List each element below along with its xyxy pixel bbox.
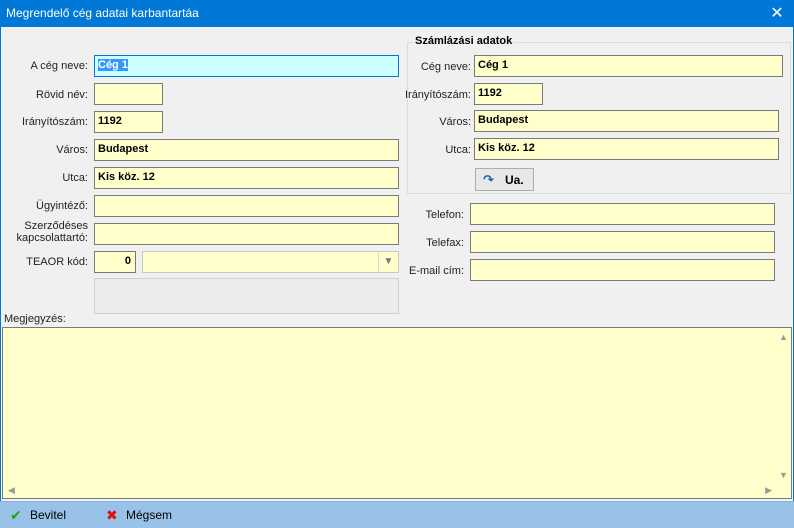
company-name-label: A cég neve: xyxy=(30,60,89,72)
short-name-label: Rövid név: xyxy=(36,89,88,101)
close-icon[interactable]: ✕ xyxy=(760,0,794,27)
agent-input[interactable] xyxy=(94,195,399,217)
ok-button-label: Bevitel xyxy=(30,508,67,522)
chevron-down-icon[interactable]: ▼ xyxy=(378,252,398,272)
cancel-button[interactable]: ✖ Mégsem xyxy=(106,507,172,525)
cancel-button-label: Mégsem xyxy=(126,508,173,522)
check-icon: ✔ xyxy=(10,507,22,523)
teaor-select[interactable]: ▼ xyxy=(142,251,399,273)
window-title: Megrendelő cég adatai karbantartáa xyxy=(6,6,199,20)
billing-group-title: Számlázási adatok xyxy=(413,35,515,47)
billing-city-input[interactable]: Budapest xyxy=(474,110,779,132)
phone-label: Telefon: xyxy=(425,209,464,221)
email-label: E-mail cím: xyxy=(409,265,464,277)
copy-address-button-label: Ua. xyxy=(505,173,524,187)
ok-button[interactable]: ✔ Bevitel xyxy=(10,507,66,525)
email-input[interactable] xyxy=(470,259,775,281)
street-label: Utca: xyxy=(62,172,88,184)
notes-vertical-scrollbar[interactable]: ▲ ▼ xyxy=(775,328,791,482)
x-icon: ✖ xyxy=(106,507,118,523)
teaor-label: TEAOR kód: xyxy=(26,256,88,268)
scroll-down-icon[interactable]: ▼ xyxy=(779,470,788,480)
fax-input[interactable] xyxy=(470,231,775,253)
phone-input[interactable] xyxy=(470,203,775,225)
footer-bar: ✔ Bevitel ✖ Mégsem xyxy=(0,501,794,528)
zip-input[interactable]: 1192 xyxy=(94,111,163,133)
billing-company-name-label: Cég neve: xyxy=(420,61,471,73)
fax-label: Telefax: xyxy=(426,237,464,249)
agent-label: Ügyintéző: xyxy=(36,200,88,212)
billing-street-label: Utca: xyxy=(445,144,471,156)
zip-label: Irányítószám: xyxy=(21,116,88,128)
contract-contact-input[interactable] xyxy=(94,223,399,245)
billing-company-name-input[interactable]: Cég 1 xyxy=(474,55,783,77)
notes-textarea[interactable]: ▲ ▼ ◀ ▶ xyxy=(2,327,792,499)
redo-arrow-icon: ↷ xyxy=(483,172,494,187)
teaor-description-box xyxy=(94,278,399,314)
notes-label: Megjegyzés: xyxy=(4,313,66,325)
notes-horizontal-scrollbar[interactable]: ◀ ▶ xyxy=(3,482,775,498)
title-bar: Megrendelő cég adatai karbantartáa ✕ xyxy=(0,0,794,27)
scrollbar-corner xyxy=(775,482,791,498)
city-input[interactable]: Budapest xyxy=(94,139,399,161)
copy-address-button[interactable]: ↷ Ua. xyxy=(475,168,534,191)
scroll-up-icon[interactable]: ▲ xyxy=(779,332,788,342)
company-name-input[interactable]: Cég 1 xyxy=(94,55,399,77)
teaor-code-input[interactable]: 0 xyxy=(94,251,136,273)
billing-zip-input[interactable]: 1192 xyxy=(474,83,543,105)
scroll-right-icon[interactable]: ▶ xyxy=(765,485,772,495)
billing-city-label: Város: xyxy=(439,116,471,128)
street-input[interactable]: Kis köz. 12 xyxy=(94,167,399,189)
city-label: Város: xyxy=(56,144,88,156)
short-name-input[interactable] xyxy=(94,83,163,105)
scroll-left-icon[interactable]: ◀ xyxy=(8,485,15,495)
contract-contact-label: Szerződéses kapcsolattartó: xyxy=(16,220,88,244)
billing-street-input[interactable]: Kis köz. 12 xyxy=(474,138,779,160)
billing-zip-label: Irányítószám: xyxy=(404,89,471,101)
